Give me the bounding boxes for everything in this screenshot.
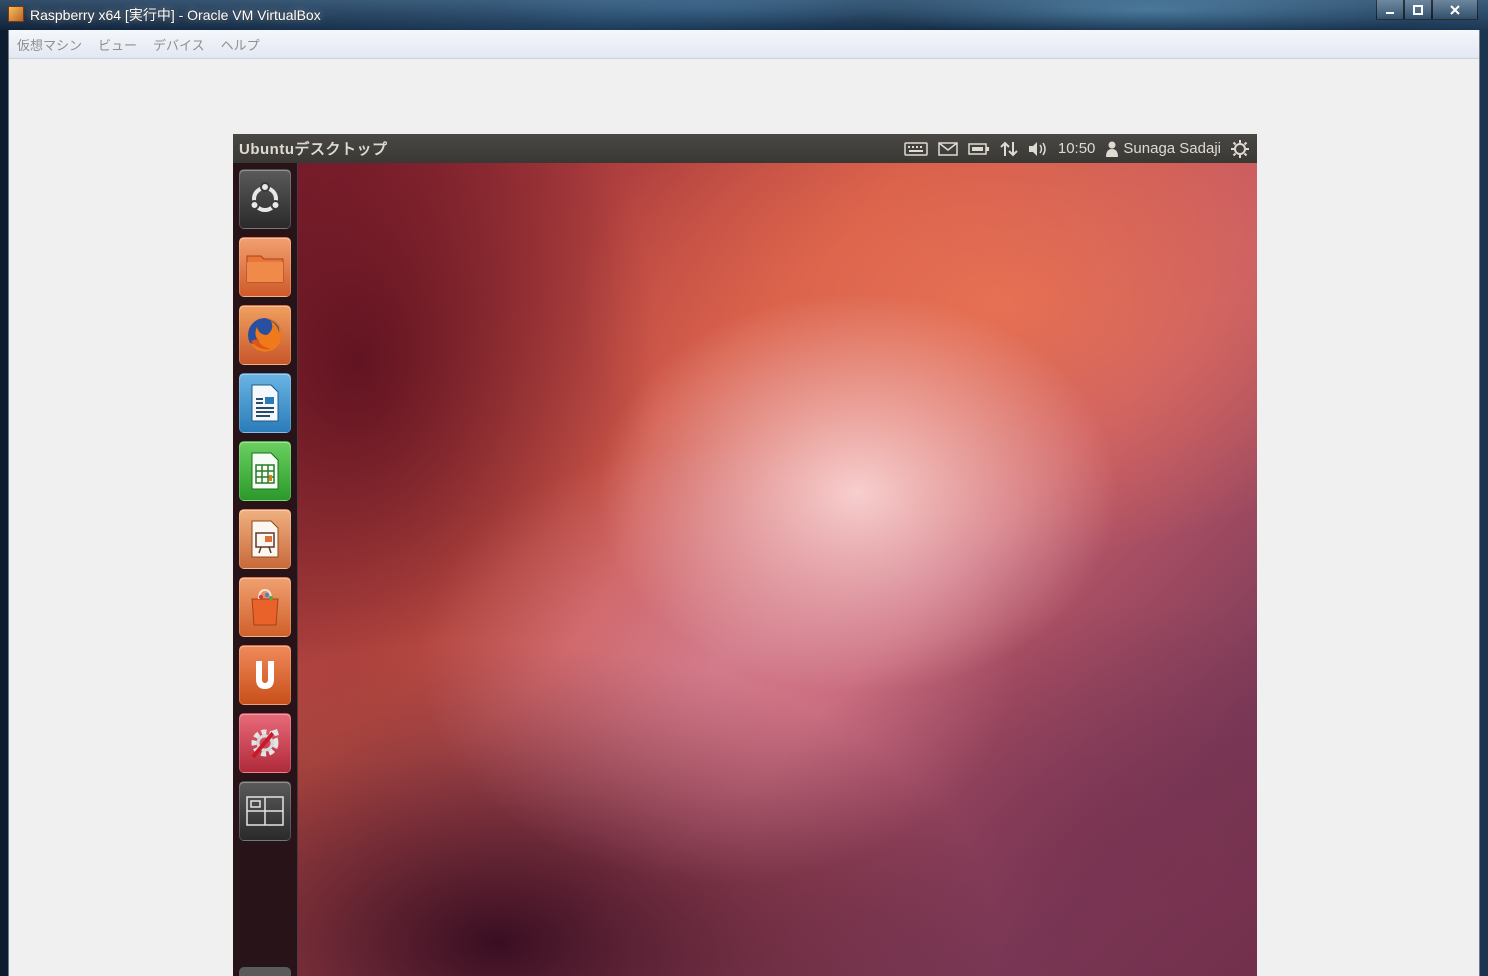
clock[interactable]: 10:50 [1058,134,1096,163]
close-button[interactable] [1432,0,1478,20]
ubuntu-top-panel: Ubuntuデスクトップ 10:50 Sunaga Sadaji [233,134,1257,163]
maximize-button[interactable] [1404,0,1432,20]
launcher-trash-partial[interactable] [239,967,291,976]
desktop-wallpaper[interactable] [298,163,1257,976]
guest-screen[interactable]: Ubuntuデスクトップ 10:50 Sunaga Sadaji [233,134,1257,976]
workspaces-icon [246,796,284,826]
launcher-files[interactable] [239,237,291,297]
minimize-icon [1386,11,1394,14]
volume-icon[interactable] [1028,134,1048,163]
launcher-software-center[interactable] [239,577,291,637]
launcher-system-settings[interactable] [239,713,291,773]
launcher-calc[interactable] [239,441,291,501]
menu-view[interactable]: ビュー [90,35,145,54]
virtualbox-window: Raspberry x64 [実行中] - Oracle VM VirtualB… [0,0,1488,976]
folder-icon [246,255,284,283]
ubuntu-one-icon [256,661,274,689]
session-gear-icon[interactable] [1231,134,1249,163]
menubar: 仮想マシン ビュー デバイス ヘルプ [9,30,1479,59]
menu-machine[interactable]: 仮想マシン [9,35,90,54]
user-menu[interactable]: Sunaga Sadaji [1105,134,1221,163]
close-icon [1450,4,1460,15]
battery-icon[interactable] [968,134,990,163]
ubuntu-logo-icon [249,182,281,212]
network-icon[interactable] [1000,134,1018,163]
menu-help[interactable]: ヘルプ [213,35,268,54]
launcher-dash-home[interactable] [239,169,291,229]
unity-launcher [233,163,298,976]
user-name: Sunaga Sadaji [1123,140,1221,157]
launcher-firefox[interactable] [239,305,291,365]
launcher-writer[interactable] [239,373,291,433]
panel-title: Ubuntuデスクトップ [239,141,388,158]
writer-icon [251,384,279,422]
impress-icon [251,520,279,558]
mail-icon[interactable] [938,134,958,163]
virtualbox-app-icon [8,6,24,22]
launcher-workspace-switcher[interactable] [239,781,291,841]
virtualbox-client-area: 仮想マシン ビュー デバイス ヘルプ Ubuntuデスクトップ 10:50 Su… [8,30,1480,976]
launcher-impress[interactable] [239,509,291,569]
window-controls [1376,0,1478,20]
window-title: Raspberry x64 [実行中] - Oracle VM VirtualB… [30,7,321,23]
launcher-ubuntu-one[interactable] [239,645,291,705]
minimize-button[interactable] [1376,0,1404,20]
calc-icon [251,452,279,490]
maximize-icon [1413,4,1423,15]
menu-devices[interactable]: デバイス [145,35,213,54]
keyboard-icon[interactable] [904,134,928,163]
window-titlebar[interactable]: Raspberry x64 [実行中] - Oracle VM VirtualB… [0,0,1488,30]
firefox-icon [248,318,282,352]
panel-indicators: 10:50 Sunaga Sadaji [904,134,1249,163]
settings-icon [251,729,279,759]
shopping-bag-icon [251,588,279,626]
user-icon [1106,141,1119,157]
